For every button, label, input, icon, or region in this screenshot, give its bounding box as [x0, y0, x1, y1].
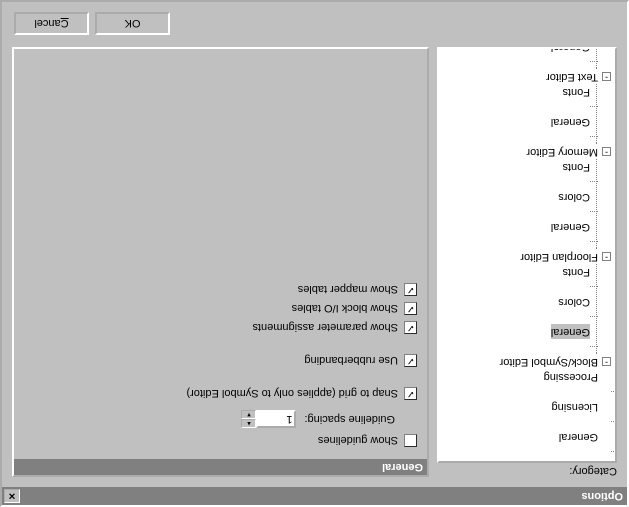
close-icon[interactable]: ✕ — [4, 489, 20, 503]
category-tree[interactable]: General Licensing Processing -Block/Symb… — [437, 47, 617, 463]
checkbox-use-rubberbanding[interactable]: ✓ — [404, 354, 417, 367]
checkbox-snap-to-grid[interactable]: ✓ — [404, 387, 417, 400]
tree-item-bse-general[interactable]: General — [441, 324, 590, 339]
label-use-rubberbanding: Use rubberbanding — [304, 355, 398, 367]
label-snap-to-grid: Snap to grid (applies only to Symbol Edi… — [186, 388, 398, 400]
spinner-up-icon[interactable]: ▲ — [241, 419, 256, 428]
tree-item-general[interactable]: General — [441, 429, 611, 444]
tree-item-processing[interactable]: Processing — [441, 369, 611, 384]
tree-item-fpe-general[interactable]: General — [441, 219, 590, 234]
tree-item-me-general[interactable]: General — [441, 114, 590, 129]
label-show-guidelines: Show guidelines — [318, 435, 398, 447]
tree-item-memory-editor[interactable]: -Memory Editor — [441, 144, 611, 159]
settings-panel: General Show guidelines Guideline spacin… — [12, 47, 429, 477]
tree-item-bse-fonts[interactable]: Fonts — [441, 264, 590, 279]
label-show-mapper: Show mapper tables — [298, 284, 398, 296]
tree-item-te-general[interactable]: General — [441, 47, 590, 54]
tree-item-block-symbol-editor[interactable]: -Block/Symbol Editor — [441, 354, 611, 369]
checkbox-show-guidelines[interactable] — [404, 434, 417, 447]
collapse-icon[interactable]: - — [602, 252, 611, 261]
checkbox-show-parameter[interactable]: ✓ — [404, 321, 417, 334]
label-show-block-io: Show block I/O tables — [292, 303, 398, 315]
tree-item-bse-colors[interactable]: Colors — [441, 294, 590, 309]
collapse-icon[interactable]: - — [602, 72, 611, 81]
category-label: Category: — [437, 465, 617, 477]
tree-item-fpe-fonts[interactable]: Fonts — [441, 159, 590, 174]
tree-item-fpe-colors[interactable]: Colors — [441, 189, 590, 204]
collapse-icon[interactable]: - — [602, 147, 611, 156]
tree-item-floorplan-editor[interactable]: -Floorplan Editor — [441, 249, 611, 264]
titlebar: Options ✕ — [2, 487, 627, 505]
tree-item-me-fonts[interactable]: Fonts — [441, 84, 590, 99]
cancel-button[interactable]: Cancel — [14, 12, 89, 35]
checkbox-show-block-io[interactable]: ✓ — [404, 302, 417, 315]
window-title: Options — [20, 490, 625, 502]
checkbox-show-mapper[interactable]: ✓ — [404, 283, 417, 296]
guideline-spacing-input[interactable] — [256, 410, 296, 428]
panel-title: General — [14, 459, 427, 475]
tree-item-text-editor[interactable]: -Text Editor — [441, 69, 611, 84]
tree-item-licensing[interactable]: Licensing — [441, 399, 611, 414]
spinner-down-icon[interactable]: ▼ — [241, 410, 256, 419]
label-show-parameter: Show parameter assignments — [252, 322, 398, 334]
options-dialog: Options ✕ Category: General Licensing Pr… — [0, 0, 629, 507]
label-guideline-spacing: Guideline spacing: — [304, 413, 395, 425]
collapse-icon[interactable]: - — [602, 357, 611, 366]
ok-button[interactable]: OK — [95, 12, 170, 35]
